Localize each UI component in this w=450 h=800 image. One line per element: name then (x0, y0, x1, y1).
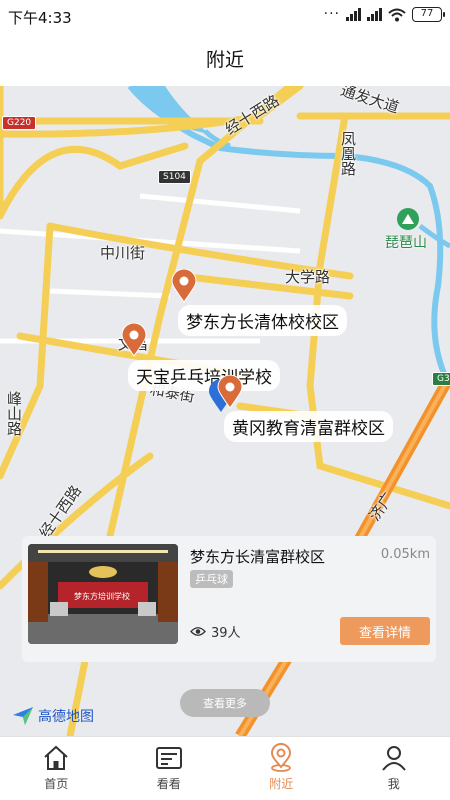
battery-icon: 77 (412, 7, 445, 22)
amap-logo-text: 高德地图 (38, 709, 94, 725)
tab-watch-label: 看看 (156, 777, 181, 791)
wifi-icon (388, 8, 406, 21)
thumb-sign: 梦东方培训学校 (74, 592, 130, 601)
view-details-button[interactable]: 查看详情 (340, 617, 430, 645)
map-view[interactable]: 通发大道 经十西路 凤凰路 中川街 大学路 峰山路 经十西路 济广 文昌 和泰街… (0, 86, 450, 736)
card-distance: 0.05km (380, 547, 430, 562)
eye-icon (190, 627, 206, 636)
tab-home[interactable]: 首页 (0, 737, 113, 800)
poi-label-2[interactable]: 天宝乒乓培训学校 (128, 360, 280, 391)
person-icon (381, 746, 406, 771)
page-title: 附近 (205, 49, 244, 71)
road-badge-g220: G220 (2, 116, 37, 130)
status-icons: ··· 77 (323, 6, 445, 22)
road-label-fengshan: 峰山路 (5, 391, 23, 436)
amap-logo-icon (13, 707, 33, 725)
view-count: 39人 (211, 626, 241, 641)
signal-icon (346, 8, 361, 21)
map-pin-1[interactable] (171, 269, 197, 303)
map-pin-3[interactable] (217, 375, 243, 409)
tab-me-label: 我 (387, 777, 400, 791)
road-badge-g3: G3 (432, 372, 450, 386)
card-tag: 乒乓球 (190, 570, 233, 588)
road-label-zhongchuan: 中川街 (100, 244, 146, 262)
amap-logo: 高德地图 (12, 706, 94, 726)
tab-bar: 首页 看看 附近 我 (0, 736, 450, 800)
school-card[interactable]: 梦东方培训学校 梦东方长清富群校区 0.05km 乒乓球 39人 查看详情 (22, 536, 436, 662)
park-label: 琵琶山 (385, 235, 427, 251)
home-icon (44, 745, 68, 770)
view-more-button[interactable]: 查看更多 (180, 689, 270, 717)
status-bar: 下午4:33 ··· 77 (0, 0, 450, 32)
status-time: 下午4:33 (8, 9, 72, 27)
tab-me[interactable]: 我 (338, 737, 450, 800)
card-title: 梦东方长清富群校区 (190, 548, 326, 566)
poi-label-1[interactable]: 梦东方长清体校校区 (178, 305, 347, 336)
map-pin-2[interactable] (121, 323, 147, 357)
location-icon (271, 743, 292, 772)
tab-watch[interactable]: 看看 (113, 737, 226, 800)
school-thumbnail: 梦东方培训学校 (28, 544, 178, 644)
news-icon (155, 747, 182, 769)
tab-nearby-label: 附近 (269, 777, 294, 791)
road-label-fenghuang: 凤凰路 (339, 131, 357, 176)
road-label-daxue: 大学路 (285, 268, 331, 286)
poi-label-3[interactable]: 黄冈教育清富群校区 (224, 411, 393, 442)
tab-nearby[interactable]: 附近 (225, 737, 338, 800)
card-views: 39人 (190, 622, 241, 641)
more-dots-icon: ··· (323, 6, 340, 22)
mountain-icon (397, 208, 419, 230)
road-badge-s104: S104 (158, 170, 191, 184)
header: 附近 (0, 32, 450, 86)
signal-icon-2 (367, 8, 382, 21)
tab-home-label: 首页 (44, 777, 69, 791)
